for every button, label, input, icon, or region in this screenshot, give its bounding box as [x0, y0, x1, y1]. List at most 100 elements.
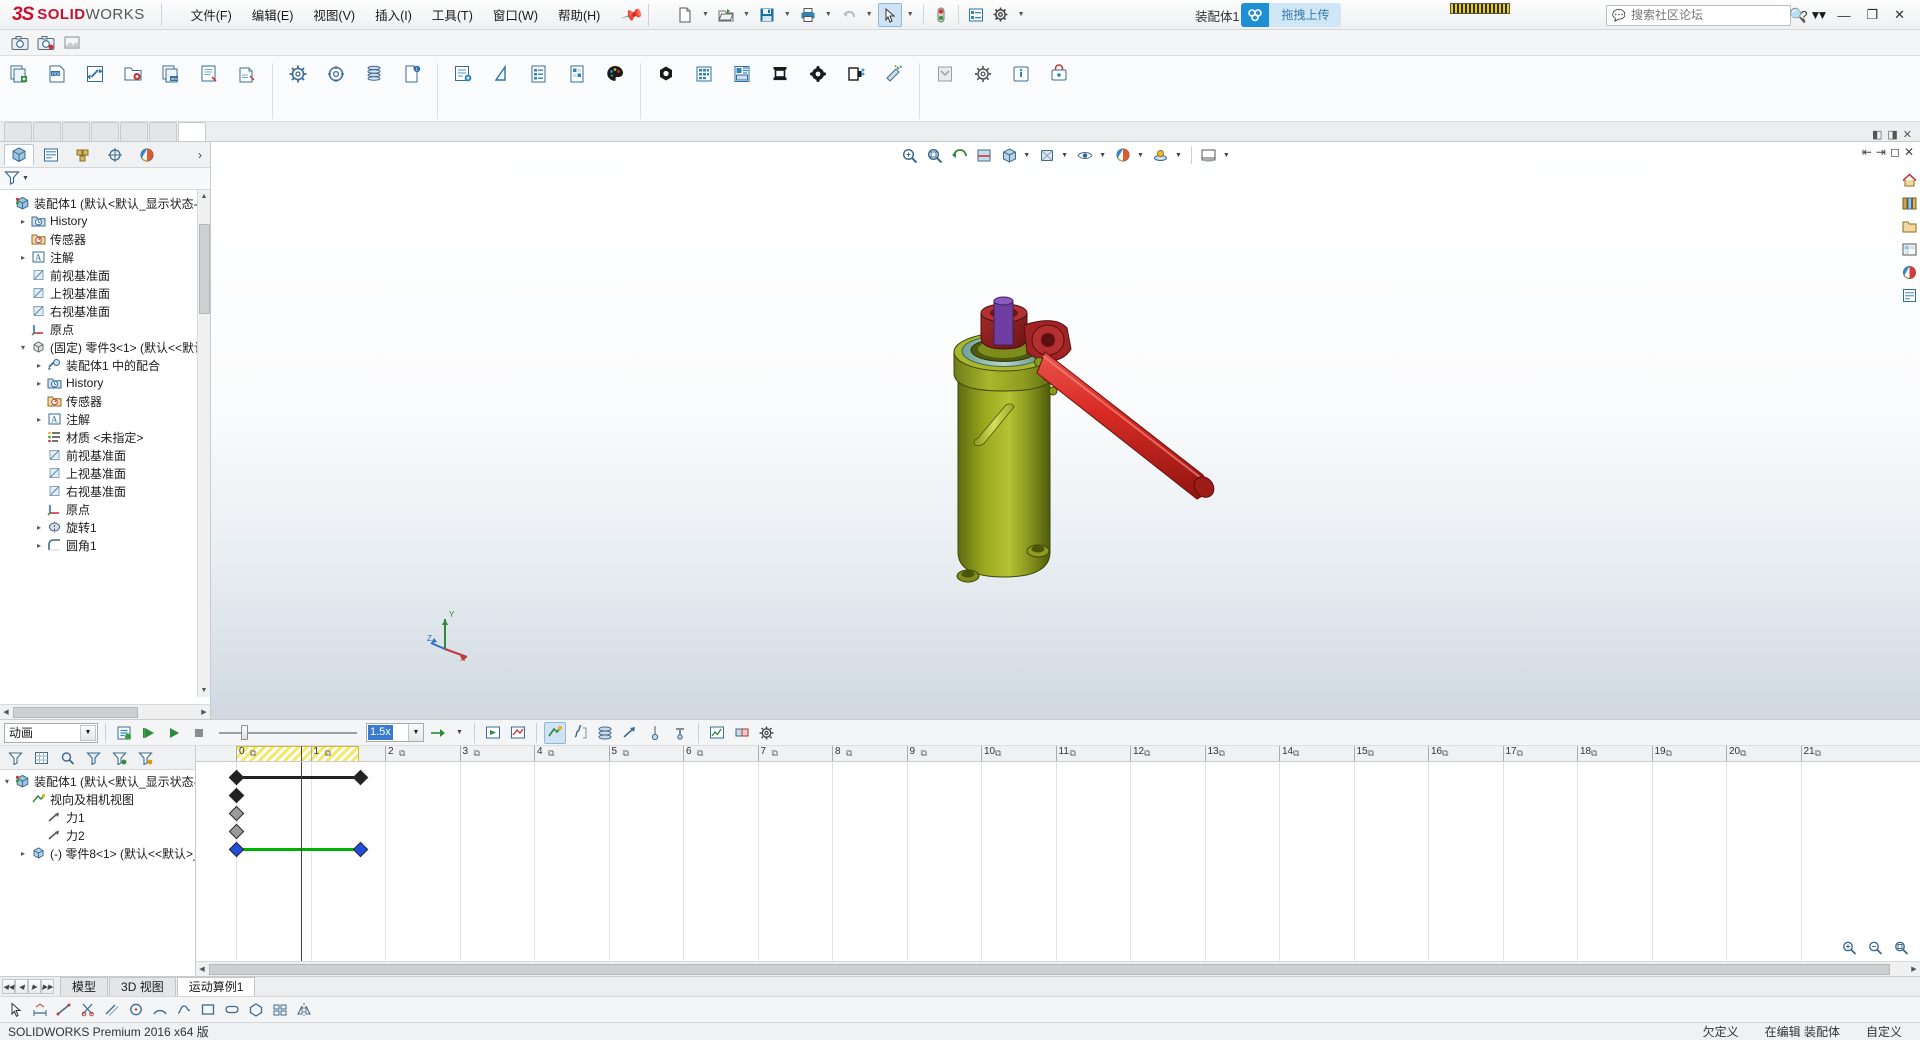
timeline-keyframe[interactable] [228, 842, 244, 858]
ribbon-button-sprocket-design[interactable] [317, 58, 355, 88]
motion-tree-node[interactable]: 力1 [0, 808, 195, 826]
settings-dropdown[interactable]: ▼ [1014, 11, 1029, 18]
spring-icon[interactable] [569, 722, 591, 744]
timeline-keyframe[interactable] [353, 770, 369, 786]
tab-nav-next[interactable]: ▶ [28, 979, 41, 994]
stop-icon[interactable] [188, 722, 210, 744]
status-custom[interactable]: 自定义 [1866, 1023, 1902, 1040]
tree-node[interactable]: 原点 [0, 320, 210, 338]
timeline-playhead[interactable] [301, 762, 302, 976]
timeline-bar[interactable] [236, 848, 360, 851]
ribbon-button-batch-number[interactable]: 1 [393, 58, 431, 88]
tree-twisty[interactable]: ▸ [32, 379, 46, 388]
save-icon[interactable] [755, 3, 779, 27]
tree-vertical-scrollbar[interactable]: ▲ ▼ [197, 190, 210, 697]
command-tab-4[interactable] [120, 122, 148, 141]
cloud-upload-button[interactable]: 拖拽上传 [1241, 3, 1341, 27]
ribbon-button-activate[interactable] [1040, 58, 1078, 88]
tree-node[interactable]: 前视基准面 [0, 446, 210, 464]
tree-node[interactable]: 上视基准面 [0, 284, 210, 302]
motion-filter-animated-icon[interactable] [108, 748, 130, 768]
line-icon[interactable] [54, 1000, 74, 1020]
configuration-manager-tab[interactable] [68, 144, 98, 166]
play-from-start-icon[interactable] [138, 722, 160, 744]
tree-node[interactable]: ▸旋转1 [0, 518, 210, 536]
tree-twisty[interactable]: ▸ [16, 253, 30, 262]
restore-button[interactable]: ❐ [1859, 5, 1885, 25]
ribbon-button-batch-2d-convert[interactable]: PDF [38, 58, 76, 88]
open-document-dropdown[interactable]: ▼ [739, 11, 754, 18]
ribbon-button-spring-design[interactable] [355, 58, 393, 88]
community-search-box[interactable]: 💬 🔍 ▼ [1606, 5, 1791, 26]
tab-nav-first[interactable]: ◀◀ [2, 979, 15, 994]
command-tab-2[interactable] [62, 122, 90, 141]
appearances-scenes-icon[interactable] [1899, 262, 1919, 282]
new-document-icon[interactable] [673, 3, 697, 27]
close-icon[interactable]: ✕ [1903, 128, 1912, 141]
tree-node[interactable]: ▸A注解 [0, 410, 210, 428]
ribbon-button-flange-library[interactable] [799, 58, 837, 88]
tree-node[interactable]: 上视基准面 [0, 464, 210, 482]
timeline-horizontal-scrollbar[interactable]: ◀ ▶ [196, 961, 1920, 976]
tab-motion-study-1[interactable]: 运动算例1 [177, 977, 256, 996]
previous-view-icon[interactable] [948, 144, 970, 166]
print-icon[interactable] [796, 3, 820, 27]
arc-icon[interactable] [150, 1000, 170, 1020]
tree-node[interactable]: ▸圆角1 [0, 536, 210, 554]
tree-twisty[interactable]: ▸ [32, 541, 46, 550]
appearance-icon[interactable] [1112, 144, 1134, 166]
timeline-keyframe[interactable] [228, 770, 244, 786]
timeline-keyframe[interactable] [228, 824, 244, 840]
home-icon[interactable] [1899, 170, 1919, 190]
motion-tree-node[interactable]: ▾装配体1 (默认<默认_显示状态-1> [0, 772, 195, 790]
motion-tree-node[interactable]: 视向及相机视图 [0, 790, 195, 808]
scene-dropdown[interactable]: ▼ [1175, 152, 1185, 159]
timeline-grid[interactable] [196, 762, 1920, 976]
motion-tree-node[interactable]: ▸(-) 零件8<1> (默认<<默认>_ [0, 844, 195, 862]
select-icon[interactable] [6, 1000, 26, 1020]
motion-tree-node[interactable]: 力2 [0, 826, 195, 844]
hide-show-dropdown[interactable]: ▼ [1099, 152, 1109, 159]
view-palette-icon[interactable] [1899, 239, 1919, 259]
hscroll-right-arrow[interactable]: ▶ [198, 706, 210, 719]
tree-node[interactable]: 传感器 [0, 230, 210, 248]
gwin-next-icon[interactable]: ⇥ [1876, 145, 1886, 159]
open-document-icon[interactable] [714, 3, 738, 27]
tab-nav-prev[interactable]: ◀ [15, 979, 28, 994]
help-button[interactable]: ? [1793, 6, 1814, 25]
scroll-down-arrow[interactable]: ▼ [198, 684, 210, 697]
gwin-close-icon[interactable]: ✕ [1904, 145, 1914, 159]
tree-node[interactable]: 右视基准面 [0, 482, 210, 500]
tree-node[interactable]: 传感器 [0, 392, 210, 410]
image-tools-icon[interactable] [60, 32, 84, 54]
motion-study-properties-icon[interactable] [756, 722, 778, 744]
tree-twisty[interactable]: ▸ [32, 523, 46, 532]
viewport-dropdown[interactable]: ▼ [1223, 152, 1233, 159]
smart-dimension-icon[interactable] [30, 1000, 50, 1020]
ribbon-button-settings[interactable] [964, 58, 1002, 88]
tree-node[interactable]: ▸A注解 [0, 248, 210, 266]
gear-settings-icon[interactable] [989, 3, 1013, 27]
tab-model[interactable]: 模型 [60, 977, 108, 996]
slider-knob[interactable] [241, 725, 248, 740]
motor-icon[interactable] [544, 722, 566, 744]
tree-twisty[interactable]: ▾ [16, 343, 30, 352]
print-dropdown[interactable]: ▼ [821, 11, 836, 18]
ribbon-button-fixture-library[interactable] [685, 58, 723, 88]
tree-twisty[interactable]: ▸ [16, 849, 30, 858]
spline-icon[interactable] [174, 1000, 194, 1020]
help-dropdown-icon[interactable]: ▼ [1817, 8, 1829, 22]
zoom-to-fit-timeline-icon[interactable] [1892, 938, 1910, 956]
hide-show-icon[interactable] [1074, 144, 1096, 166]
tree-node[interactable]: 材质 <未指定> [0, 428, 210, 446]
tree-node[interactable]: ▸装配体1 中的配合 [0, 356, 210, 374]
results-plots-icon[interactable] [706, 722, 728, 744]
speed-chevron-down-icon[interactable]: ▼ [408, 724, 423, 741]
menu-insert[interactable]: 插入(I) [366, 0, 421, 29]
circle-icon[interactable] [126, 1000, 146, 1020]
mirror-icon[interactable] [294, 1000, 314, 1020]
motion-filter-all-icon[interactable] [82, 748, 104, 768]
timeline-ruler[interactable]: 0⧉1⧉2⧉3⧉4⧉5⧉6⧉7⧉8⧉9⧉10⧉11⧉12⧉13⧉14⧉15⧉16… [196, 746, 1920, 762]
slot-icon[interactable] [222, 1000, 242, 1020]
menu-tools[interactable]: 工具(T) [423, 0, 482, 29]
